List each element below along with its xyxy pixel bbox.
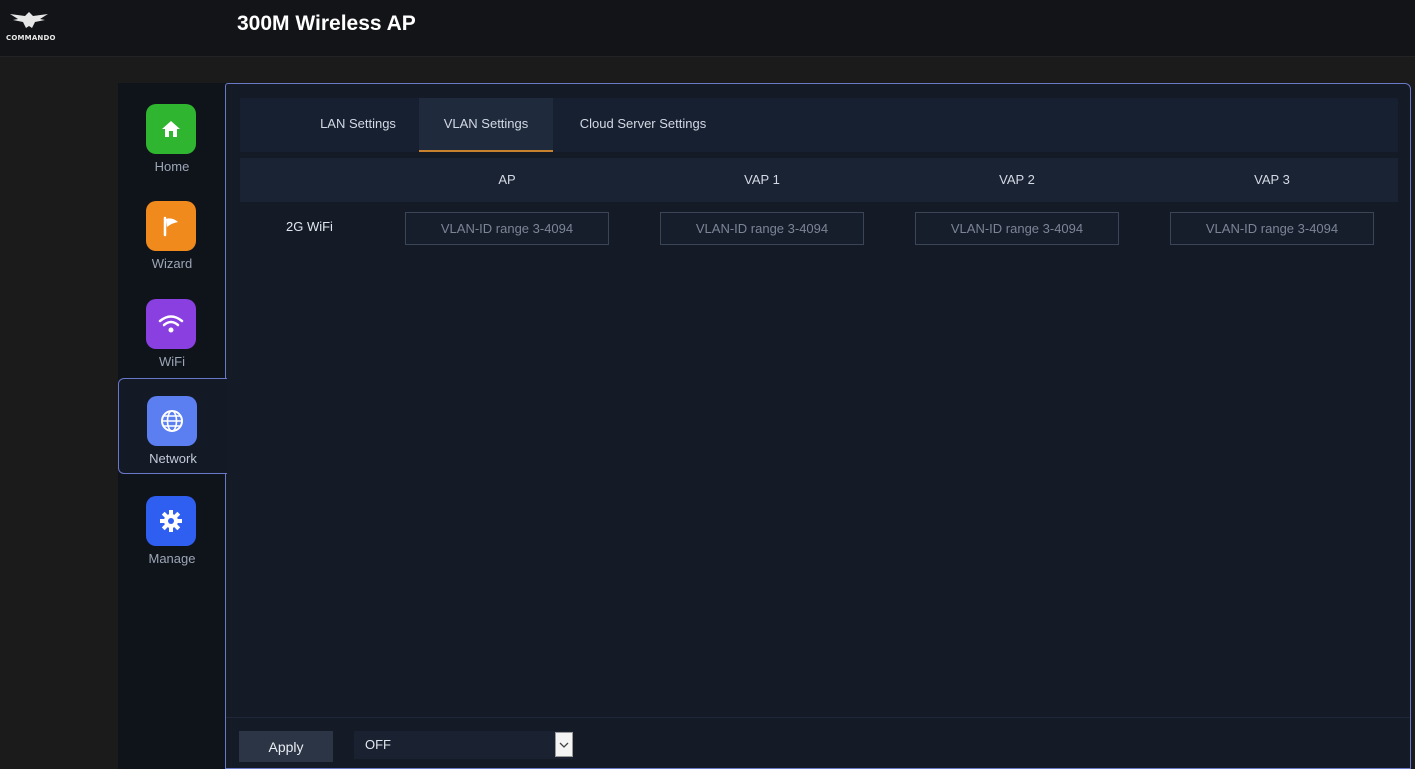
top-bar: COMMANDO 300M Wireless AP — [0, 0, 1415, 57]
sidebar-item-network[interactable]: Network — [118, 378, 227, 474]
footer-bar: Apply OFF — [226, 717, 1410, 769]
tab-cloud-server-settings[interactable]: Cloud Server Settings — [562, 98, 724, 152]
sidebar-item-label: Wizard — [151, 256, 193, 271]
app-title: 300M Wireless AP — [237, 12, 416, 35]
select-value: OFF — [365, 737, 391, 752]
sidebar: Home Wizard WiFi Network Manage — [118, 83, 227, 769]
tab-lan-settings[interactable]: LAN Settings — [306, 98, 410, 152]
sidebar-item-label: Manage — [148, 551, 196, 566]
column-header-vap1: VAP 1 — [744, 172, 780, 187]
sidebar-item-label: Network — [149, 451, 197, 466]
column-header-ap: AP — [498, 172, 516, 187]
vlan-id-input-ap[interactable] — [405, 212, 609, 245]
vlan-id-input-vap3[interactable] — [1170, 212, 1374, 245]
sidebar-item-label: WiFi — [159, 354, 185, 369]
sidebar-item-wifi[interactable]: WiFi — [118, 284, 226, 380]
tab-vlan-settings[interactable]: VLAN Settings — [419, 98, 553, 152]
tab-bar: LAN Settings VLAN Settings Cloud Server … — [240, 98, 1398, 152]
wifi-icon — [146, 299, 196, 349]
row-label-2g-wifi: 2G WiFi — [286, 219, 333, 234]
vlan-id-input-vap1[interactable] — [660, 212, 864, 245]
globe-icon — [147, 396, 197, 446]
column-header-vap3: VAP 3 — [1254, 172, 1290, 187]
column-header-vap2: VAP 2 — [999, 172, 1035, 187]
eagle-icon — [10, 12, 48, 28]
sidebar-item-label: Home — [154, 159, 190, 174]
sidebar-item-wizard[interactable]: Wizard — [118, 186, 226, 282]
main-panel: LAN Settings VLAN Settings Cloud Server … — [225, 83, 1411, 769]
table-header: AP VAP 1 VAP 2 VAP 3 — [240, 158, 1398, 202]
gear-icon — [146, 496, 196, 546]
chevron-down-icon[interactable] — [555, 732, 573, 757]
home-icon — [146, 104, 196, 154]
sidebar-item-manage[interactable]: Manage — [118, 481, 226, 577]
vlan-toggle-select[interactable]: OFF — [354, 731, 573, 759]
flag-icon — [146, 201, 196, 251]
vlan-id-input-vap2[interactable] — [915, 212, 1119, 245]
sidebar-item-home[interactable]: Home — [118, 89, 226, 185]
commando-logo: COMMANDO — [4, 8, 56, 44]
logo-text: COMMANDO — [6, 34, 56, 42]
apply-button[interactable]: Apply — [239, 731, 333, 762]
